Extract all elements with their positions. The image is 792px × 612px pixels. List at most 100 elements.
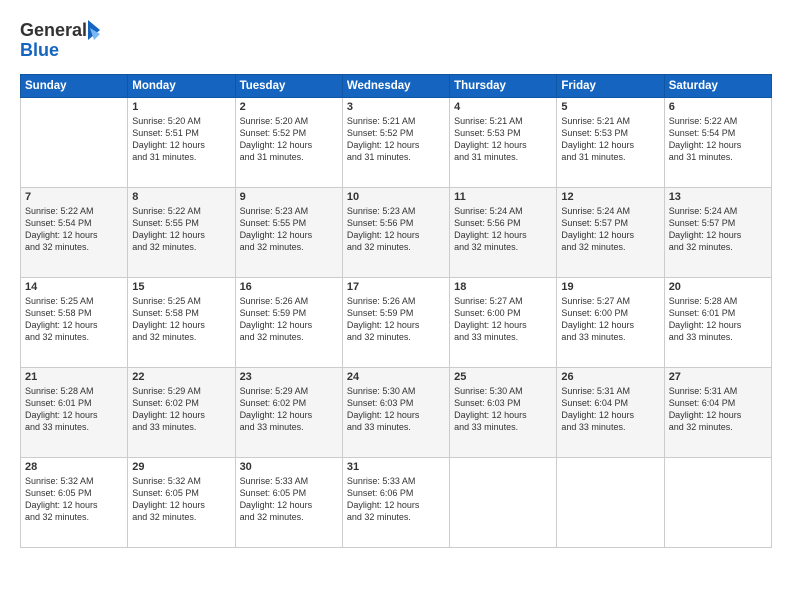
day-cell: 30 Sunrise: 5:33 AMSunset: 6:05 PMDayligh… xyxy=(235,458,342,548)
day-number: 4 xyxy=(454,101,552,113)
day-info: Sunrise: 5:23 AMSunset: 5:56 PMDaylight:… xyxy=(347,205,445,254)
day-cell: 31 Sunrise: 5:33 AMSunset: 6:06 PMDayligh… xyxy=(342,458,449,548)
day-info: Sunrise: 5:28 AMSunset: 6:01 PMDaylight:… xyxy=(25,385,123,434)
day-number: 17 xyxy=(347,281,445,293)
day-number: 31 xyxy=(347,461,445,473)
day-number: 9 xyxy=(240,191,338,203)
day-info: Sunrise: 5:20 AMSunset: 5:51 PMDaylight:… xyxy=(132,115,230,164)
day-info: Sunrise: 5:26 AMSunset: 5:59 PMDaylight:… xyxy=(240,295,338,344)
day-number: 7 xyxy=(25,191,123,203)
day-cell: 2Sunrise: 5:20 AMSunset: 5:52 PMDaylight… xyxy=(235,98,342,188)
day-info: Sunrise: 5:22 AMSunset: 5:54 PMDaylight:… xyxy=(669,115,767,164)
day-cell: 10 Sunrise: 5:23 AMSunset: 5:56 PMDayligh… xyxy=(342,188,449,278)
day-info: Sunrise: 5:24 AMSunset: 5:56 PMDaylight:… xyxy=(454,205,552,254)
day-number: 30 xyxy=(240,461,338,473)
day-info: Sunrise: 5:22 AMSunset: 5:54 PMDaylight:… xyxy=(25,205,123,254)
col-header-friday: Friday xyxy=(557,75,664,98)
day-cell: 8Sunrise: 5:22 AMSunset: 5:55 PMDaylight… xyxy=(128,188,235,278)
day-number: 29 xyxy=(132,461,230,473)
logo-svg: GeneralBlue xyxy=(20,18,105,64)
day-cell: 20 Sunrise: 5:28 AMSunset: 6:01 PMDayligh… xyxy=(664,278,771,368)
day-cell: 27 Sunrise: 5:31 AMSunset: 6:04 PMDayligh… xyxy=(664,368,771,458)
day-number: 2 xyxy=(240,101,338,113)
day-cell: 9 Sunrise: 5:23 AMSunset: 5:55 PMDaylight… xyxy=(235,188,342,278)
day-cell: 21 Sunrise: 5:28 AMSunset: 6:01 PMDayligh… xyxy=(21,368,128,458)
day-cell: 5 Sunrise: 5:21 AMSunset: 5:53 PMDaylight… xyxy=(557,98,664,188)
day-number: 3 xyxy=(347,101,445,113)
svg-text:General: General xyxy=(20,20,87,40)
day-number: 12 xyxy=(561,191,659,203)
day-cell: 3 Sunrise: 5:21 AMSunset: 5:52 PMDaylight… xyxy=(342,98,449,188)
day-number: 16 xyxy=(240,281,338,293)
day-cell: 22Sunrise: 5:29 AMSunset: 6:02 PMDayligh… xyxy=(128,368,235,458)
day-number: 26 xyxy=(561,371,659,383)
day-info: Sunrise: 5:25 AMSunset: 5:58 PMDaylight:… xyxy=(132,295,230,344)
logo: GeneralBlue xyxy=(20,18,105,64)
day-cell: 7 Sunrise: 5:22 AMSunset: 5:54 PMDaylight… xyxy=(21,188,128,278)
day-cell: 12 Sunrise: 5:24 AMSunset: 5:57 PMDayligh… xyxy=(557,188,664,278)
day-info: Sunrise: 5:32 AMSunset: 6:05 PMDaylight:… xyxy=(25,475,123,524)
day-info: Sunrise: 5:25 AMSunset: 5:58 PMDaylight:… xyxy=(25,295,123,344)
day-number: 23 xyxy=(240,371,338,383)
col-header-monday: Monday xyxy=(128,75,235,98)
week-row-3: 14 Sunrise: 5:25 AMSunset: 5:58 PMDayligh… xyxy=(21,278,772,368)
day-info: Sunrise: 5:33 AMSunset: 6:06 PMDaylight:… xyxy=(347,475,445,524)
day-info: Sunrise: 5:24 AMSunset: 5:57 PMDaylight:… xyxy=(561,205,659,254)
day-number: 24 xyxy=(347,371,445,383)
svg-text:Blue: Blue xyxy=(20,40,59,60)
day-cell: 19 Sunrise: 5:27 AMSunset: 6:00 PMDayligh… xyxy=(557,278,664,368)
day-cell: 28 Sunrise: 5:32 AMSunset: 6:05 PMDayligh… xyxy=(21,458,128,548)
day-number: 6 xyxy=(669,101,767,113)
day-info: Sunrise: 5:32 AMSunset: 6:05 PMDaylight:… xyxy=(132,475,230,524)
week-row-2: 7 Sunrise: 5:22 AMSunset: 5:54 PMDaylight… xyxy=(21,188,772,278)
day-cell: 26Sunrise: 5:31 AMSunset: 6:04 PMDayligh… xyxy=(557,368,664,458)
day-info: Sunrise: 5:24 AMSunset: 5:57 PMDaylight:… xyxy=(669,205,767,254)
day-info: Sunrise: 5:21 AMSunset: 5:52 PMDaylight:… xyxy=(347,115,445,164)
week-row-1: 1 Sunrise: 5:20 AMSunset: 5:51 PMDaylight… xyxy=(21,98,772,188)
day-number: 14 xyxy=(25,281,123,293)
day-cell: 25Sunrise: 5:30 AMSunset: 6:03 PMDayligh… xyxy=(450,368,557,458)
day-number: 21 xyxy=(25,371,123,383)
day-number: 18 xyxy=(454,281,552,293)
day-cell: 15Sunrise: 5:25 AMSunset: 5:58 PMDayligh… xyxy=(128,278,235,368)
day-cell: 1 Sunrise: 5:20 AMSunset: 5:51 PMDaylight… xyxy=(128,98,235,188)
col-header-thursday: Thursday xyxy=(450,75,557,98)
day-cell xyxy=(664,458,771,548)
day-info: Sunrise: 5:28 AMSunset: 6:01 PMDaylight:… xyxy=(669,295,767,344)
day-number: 27 xyxy=(669,371,767,383)
day-info: Sunrise: 5:33 AMSunset: 6:05 PMDaylight:… xyxy=(240,475,338,524)
col-header-sunday: Sunday xyxy=(21,75,128,98)
day-cell xyxy=(557,458,664,548)
day-cell: 4Sunrise: 5:21 AMSunset: 5:53 PMDaylight… xyxy=(450,98,557,188)
day-cell: 6 Sunrise: 5:22 AMSunset: 5:54 PMDaylight… xyxy=(664,98,771,188)
calendar-table: SundayMondayTuesdayWednesdayThursdayFrid… xyxy=(20,74,772,548)
day-info: Sunrise: 5:27 AMSunset: 6:00 PMDaylight:… xyxy=(454,295,552,344)
day-cell: 16 Sunrise: 5:26 AMSunset: 5:59 PMDayligh… xyxy=(235,278,342,368)
day-info: Sunrise: 5:27 AMSunset: 6:00 PMDaylight:… xyxy=(561,295,659,344)
day-info: Sunrise: 5:29 AMSunset: 6:02 PMDaylight:… xyxy=(240,385,338,434)
day-number: 10 xyxy=(347,191,445,203)
day-cell: 18 Sunrise: 5:27 AMSunset: 6:00 PMDayligh… xyxy=(450,278,557,368)
header-row: SundayMondayTuesdayWednesdayThursdayFrid… xyxy=(21,75,772,98)
day-number: 28 xyxy=(25,461,123,473)
week-row-4: 21 Sunrise: 5:28 AMSunset: 6:01 PMDayligh… xyxy=(21,368,772,458)
day-number: 5 xyxy=(561,101,659,113)
day-cell: 13 Sunrise: 5:24 AMSunset: 5:57 PMDayligh… xyxy=(664,188,771,278)
day-info: Sunrise: 5:31 AMSunset: 6:04 PMDaylight:… xyxy=(669,385,767,434)
day-number: 19 xyxy=(561,281,659,293)
day-info: Sunrise: 5:23 AMSunset: 5:55 PMDaylight:… xyxy=(240,205,338,254)
col-header-saturday: Saturday xyxy=(664,75,771,98)
day-number: 1 xyxy=(132,101,230,113)
day-cell xyxy=(21,98,128,188)
day-info: Sunrise: 5:26 AMSunset: 5:59 PMDaylight:… xyxy=(347,295,445,344)
day-number: 22 xyxy=(132,371,230,383)
day-cell: 24Sunrise: 5:30 AMSunset: 6:03 PMDayligh… xyxy=(342,368,449,458)
day-number: 20 xyxy=(669,281,767,293)
day-cell: 14 Sunrise: 5:25 AMSunset: 5:58 PMDayligh… xyxy=(21,278,128,368)
day-cell: 23 Sunrise: 5:29 AMSunset: 6:02 PMDayligh… xyxy=(235,368,342,458)
day-number: 13 xyxy=(669,191,767,203)
col-header-tuesday: Tuesday xyxy=(235,75,342,98)
day-info: Sunrise: 5:21 AMSunset: 5:53 PMDaylight:… xyxy=(561,115,659,164)
day-number: 11 xyxy=(454,191,552,203)
day-number: 8 xyxy=(132,191,230,203)
